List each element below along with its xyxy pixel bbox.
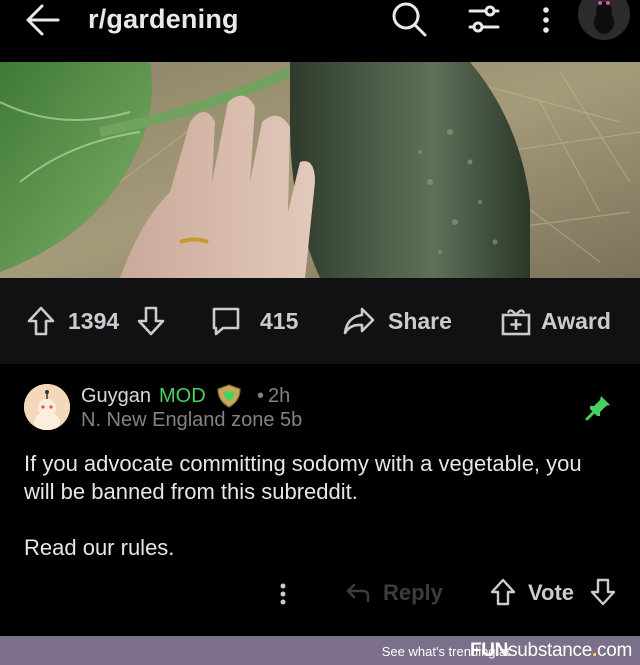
award-button[interactable]: Award [541,278,611,364]
post-action-bar: 1394 415 Share Award [0,278,640,364]
comment-timestamp: 2h [268,385,291,407]
commenter-avatar[interactable] [24,384,70,430]
pin-icon [584,394,612,422]
vote-label: Vote [528,580,575,605]
upvote-arrow-icon[interactable] [26,278,56,364]
user-flair: N. New England zone 5b [81,409,303,431]
mod-label: MOD [159,385,206,407]
comment-downvote-icon[interactable] [590,578,616,606]
comment-text-paragraph: If you advocate committing sodomy with a… [24,451,582,504]
top-app-bar: r/gardening [0,0,640,62]
comment-icon[interactable] [210,278,242,364]
share-button[interactable]: Share [388,278,452,364]
separator-dot: • [257,385,265,407]
comment-body: If you advocate committing sodomy with a… [24,450,614,562]
user-avatar[interactable] [578,0,630,40]
search-icon[interactable] [390,0,428,38]
comment-upvote-icon[interactable] [490,578,516,606]
post-image[interactable] [0,62,640,278]
downvote-arrow-icon[interactable] [136,278,166,364]
subreddit-title[interactable]: r/gardening [88,4,239,35]
mod-shield-icon [215,383,243,409]
filter-icon[interactable] [466,1,502,37]
more-vertical-icon[interactable] [536,2,556,38]
comment-text-paragraph: Read our rules. [24,535,175,560]
upvote-count: 1394 [68,307,120,334]
reply-arrow-icon[interactable] [345,582,371,604]
comment-more-icon[interactable] [276,574,290,614]
comment-author[interactable]: Guygan [81,385,151,408]
funsubstance-logo: FUNsubstance.com [469,640,632,661]
comment: Guygan MOD • 2h N. New England zone 5b I… [0,364,640,632]
watermark-bar: See what's trending at FUNsubstance.com [0,636,640,665]
back-arrow-icon[interactable] [24,2,62,38]
comment-count[interactable]: 415 [260,278,298,364]
award-gift-icon[interactable] [500,278,532,364]
comment-footer: Reply Vote [0,572,640,616]
reply-button[interactable]: Reply [383,580,443,606]
share-arrow-icon[interactable] [342,278,376,364]
